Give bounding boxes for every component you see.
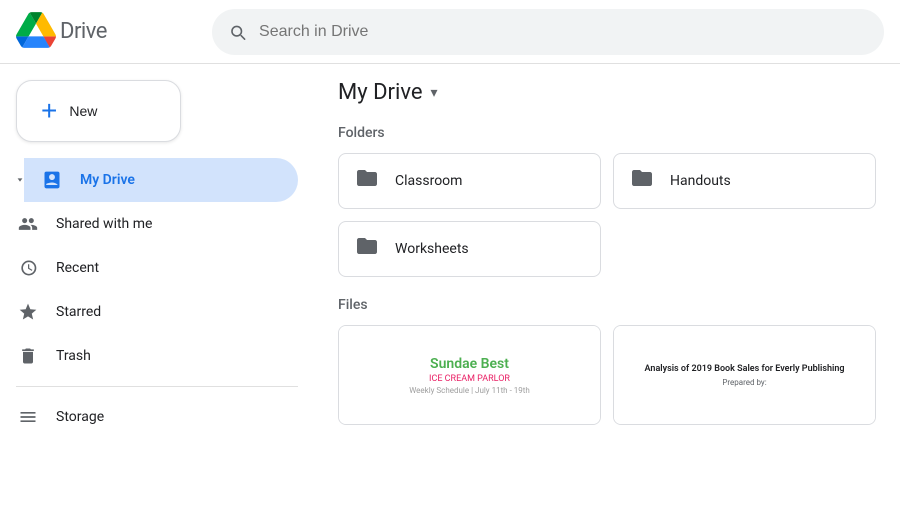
sidebar-item-storage[interactable]: Storage bbox=[0, 395, 298, 439]
folder-classroom-label: Classroom bbox=[395, 173, 462, 189]
sidebar-item-storage-label: Storage bbox=[56, 409, 104, 425]
app-body: + New My Drive Share bbox=[0, 64, 900, 511]
sidebar-item-trash-label: Trash bbox=[56, 348, 91, 364]
file-analysis-preview: Analysis of 2019 Book Sales for Everly P… bbox=[614, 326, 875, 424]
plus-icon: + bbox=[41, 97, 57, 125]
folders-section-label: Folders bbox=[338, 125, 876, 141]
search-bar[interactable] bbox=[212, 9, 884, 55]
drive-title-text: My Drive bbox=[338, 80, 423, 105]
folder-worksheets-icon bbox=[355, 234, 379, 264]
folder-worksheets[interactable]: Worksheets bbox=[338, 221, 601, 277]
folder-classroom[interactable]: Classroom bbox=[338, 153, 601, 209]
folder-classroom-icon bbox=[355, 166, 379, 196]
my-drive-row: My Drive bbox=[0, 158, 314, 202]
file-analysis-2019[interactable]: Analysis of 2019 Book Sales for Everly P… bbox=[613, 325, 876, 425]
folder-handouts-label: Handouts bbox=[670, 173, 731, 189]
logo-text: Drive bbox=[60, 19, 107, 44]
logo-area: Drive bbox=[16, 10, 196, 54]
sidebar-item-recent[interactable]: Recent bbox=[0, 246, 298, 290]
files-grid: Sundae Best ICE CREAM PARLOR Weekly Sche… bbox=[338, 325, 876, 425]
sidebar-item-my-drive[interactable]: My Drive bbox=[24, 158, 298, 202]
sundae-subtitle: ICE CREAM PARLOR bbox=[429, 374, 510, 384]
file-sundae-best[interactable]: Sundae Best ICE CREAM PARLOR Weekly Sche… bbox=[338, 325, 601, 425]
sidebar-item-starred-label: Starred bbox=[56, 304, 101, 320]
sidebar: + New My Drive Share bbox=[0, 64, 314, 511]
main-content: My Drive ▾ Folders Classroom Hando bbox=[314, 64, 900, 511]
file-sundae-preview: Sundae Best ICE CREAM PARLOR Weekly Sche… bbox=[339, 326, 600, 424]
files-section-label: Files bbox=[338, 297, 876, 313]
drive-title-area: My Drive ▾ bbox=[338, 80, 876, 105]
starred-icon bbox=[16, 300, 40, 324]
folder-handouts-icon bbox=[630, 166, 654, 196]
my-drive-icon bbox=[40, 168, 64, 192]
sidebar-item-trash[interactable]: Trash bbox=[0, 334, 298, 378]
recent-icon bbox=[16, 256, 40, 280]
folder-handouts[interactable]: Handouts bbox=[613, 153, 876, 209]
search-input[interactable] bbox=[259, 23, 868, 41]
sundae-title: Sundae Best bbox=[430, 356, 509, 372]
sidebar-item-starred[interactable]: Starred bbox=[0, 290, 298, 334]
search-icon bbox=[228, 22, 247, 42]
storage-icon bbox=[16, 405, 40, 429]
trash-icon bbox=[16, 344, 40, 368]
expand-arrow-icon[interactable] bbox=[0, 165, 24, 195]
sidebar-item-shared-label: Shared with me bbox=[56, 216, 152, 232]
sidebar-divider bbox=[16, 386, 298, 387]
sundae-detail: Weekly Schedule | July 11th - 19th bbox=[409, 386, 530, 395]
new-button-label: New bbox=[69, 103, 97, 119]
new-button[interactable]: + New bbox=[16, 80, 181, 142]
folder-worksheets-label: Worksheets bbox=[395, 241, 469, 257]
shared-icon bbox=[16, 212, 40, 236]
app-header: Drive bbox=[0, 0, 900, 64]
sidebar-item-recent-label: Recent bbox=[56, 260, 99, 276]
folders-grid: Classroom Handouts Worksheets bbox=[338, 153, 876, 277]
drive-logo bbox=[16, 10, 56, 54]
analysis-sub: Prepared by: bbox=[722, 378, 766, 387]
sidebar-item-shared[interactable]: Shared with me bbox=[0, 202, 298, 246]
drive-title-dropdown[interactable]: ▾ bbox=[431, 85, 438, 101]
analysis-title: Analysis of 2019 Book Sales for Everly P… bbox=[645, 364, 845, 374]
sidebar-item-my-drive-label: My Drive bbox=[80, 172, 135, 188]
